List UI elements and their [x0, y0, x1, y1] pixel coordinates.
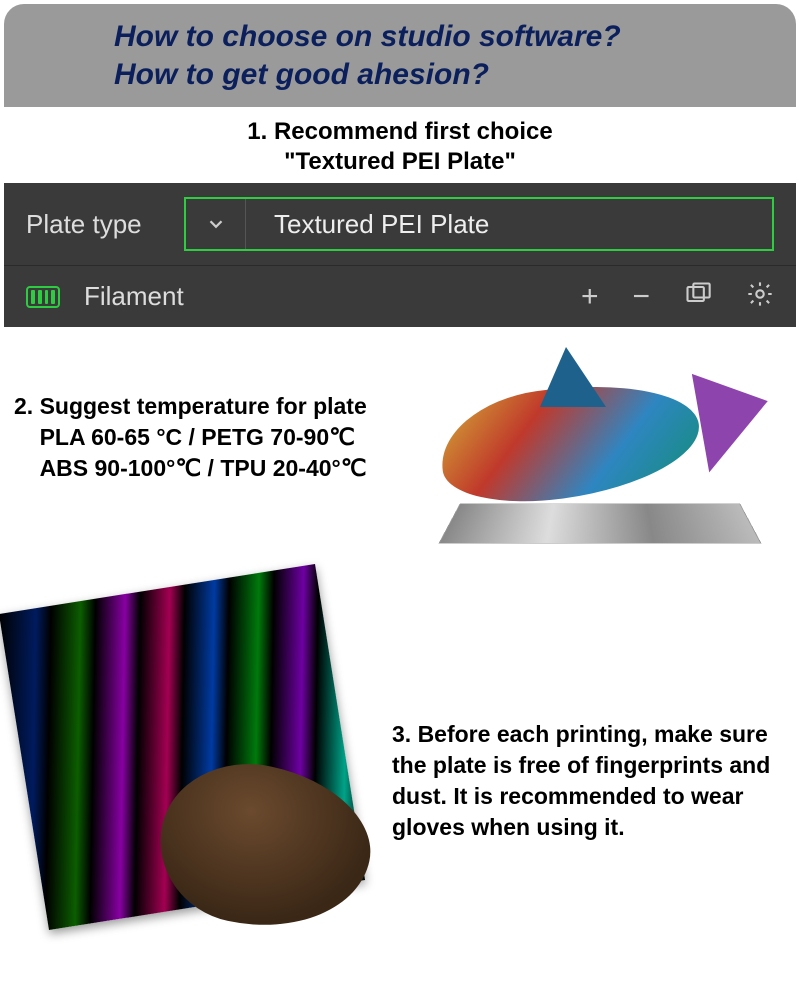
- bottom-section: 3. Before each printing, make sure the p…: [0, 697, 800, 987]
- plate-type-label: Plate type: [26, 209, 166, 240]
- plate-type-dropdown[interactable]: Textured PEI Plate: [184, 197, 774, 251]
- header-banner: How to choose on studio software? How to…: [4, 4, 796, 107]
- filament-spool-icon: [26, 284, 70, 310]
- gear-icon[interactable]: [746, 280, 774, 313]
- remove-filament-button[interactable]: −: [632, 282, 650, 312]
- printed-model-illustration: [400, 327, 770, 567]
- header-line1: How to choose on studio software?: [114, 20, 621, 53]
- step1-line1: 1. Recommend first choice: [247, 118, 552, 145]
- step3-caption: 3. Before each printing, make sure the p…: [392, 719, 772, 843]
- plate-type-row: Plate type Textured PEI Plate: [4, 183, 796, 266]
- plate-type-value: Textured PEI Plate: [246, 209, 489, 240]
- step2-line2: PLA 60-65 °C / PETG 70-90℃: [40, 424, 355, 450]
- step2-line3: ABS 90-100°℃ / TPU 20-40°℃: [40, 455, 367, 481]
- slicer-ui-panel: Plate type Textured PEI Plate Filament +…: [4, 183, 796, 327]
- filament-row: Filament + −: [4, 266, 796, 327]
- sync-icon[interactable]: [684, 280, 712, 313]
- filament-label: Filament: [84, 281, 184, 312]
- chevron-down-icon[interactable]: [186, 199, 246, 249]
- step2-caption: 2. Suggest temperature for plate PLA 60-…: [14, 391, 367, 484]
- header-line2: How to get good ahesion?: [114, 58, 489, 91]
- step1-caption: 1. Recommend first choice "Textured PEI …: [0, 117, 800, 177]
- add-filament-button[interactable]: +: [581, 282, 599, 312]
- step2-line1: 2. Suggest temperature for plate: [14, 393, 367, 419]
- filament-toolbar: + −: [581, 280, 774, 313]
- header-title: How to choose on studio software? How to…: [114, 18, 778, 93]
- step1-line2: "Textured PEI Plate": [284, 148, 516, 175]
